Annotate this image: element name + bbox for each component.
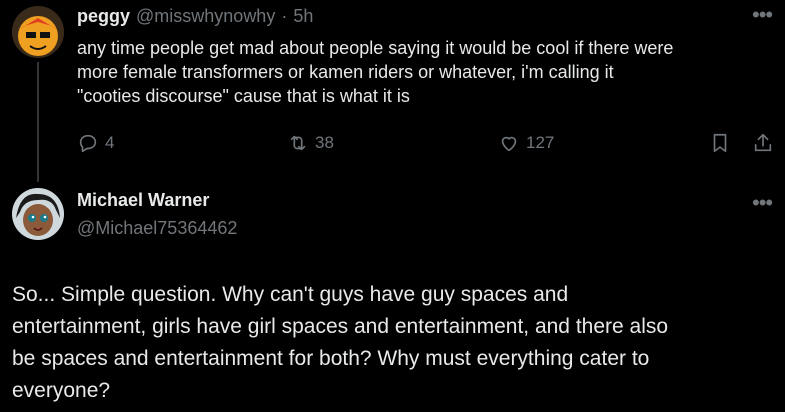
- heart-icon: [501, 136, 517, 152]
- avatar-peggy[interactable]: [12, 6, 64, 58]
- display-name[interactable]: peggy: [77, 6, 130, 27]
- reply-text-line: everyone?: [12, 379, 111, 402]
- reply-count: 4: [105, 133, 115, 152]
- reply-text: So... Simple question. Why can't guys ha…: [12, 279, 782, 407]
- repost-icon: [290, 135, 306, 151]
- timestamp[interactable]: 5h: [293, 6, 313, 27]
- reply-handle[interactable]: @Michael75364462: [77, 218, 237, 239]
- share-icon: [754, 133, 772, 152]
- repost-count: 38: [315, 133, 334, 152]
- reply-text-line: So... Simple question. Why can't guys ha…: [12, 283, 569, 306]
- post-header: peggy @misswhynowhy · 5h: [77, 6, 313, 27]
- more-icon[interactable]: •••: [752, 4, 773, 26]
- share-button[interactable]: [752, 132, 774, 154]
- avatar-michael[interactable]: [12, 188, 64, 240]
- thread-connector-line: [37, 62, 39, 182]
- avatar-image: [12, 188, 64, 240]
- like-button[interactable]: 127: [498, 132, 554, 154]
- bookmark-icon: [713, 133, 727, 153]
- avatar-image: [12, 6, 64, 58]
- post-text-line: any time people get mad about people say…: [77, 38, 674, 58]
- post-text: any time people get mad about people say…: [77, 36, 777, 108]
- repost-button[interactable]: 38: [287, 132, 334, 154]
- reply-icon: [79, 134, 97, 153]
- reply-text-line: be spaces and entertainment for both? Wh…: [12, 347, 650, 370]
- reply-button[interactable]: 4: [77, 132, 114, 154]
- separator-dot: ·: [281, 6, 288, 26]
- reply-text-line: entertainment, girls have girl spaces an…: [12, 315, 669, 338]
- like-count: 127: [526, 133, 555, 152]
- more-icon[interactable]: •••: [752, 192, 773, 214]
- post-text-line: "cooties discourse" cause that is what i…: [77, 86, 410, 106]
- bookmark-button[interactable]: [709, 132, 731, 154]
- handle[interactable]: @misswhynowhy: [136, 6, 275, 27]
- post-text-line: more female transformers or kamen riders…: [77, 62, 614, 82]
- reply-display-name[interactable]: Michael Warner: [77, 190, 209, 211]
